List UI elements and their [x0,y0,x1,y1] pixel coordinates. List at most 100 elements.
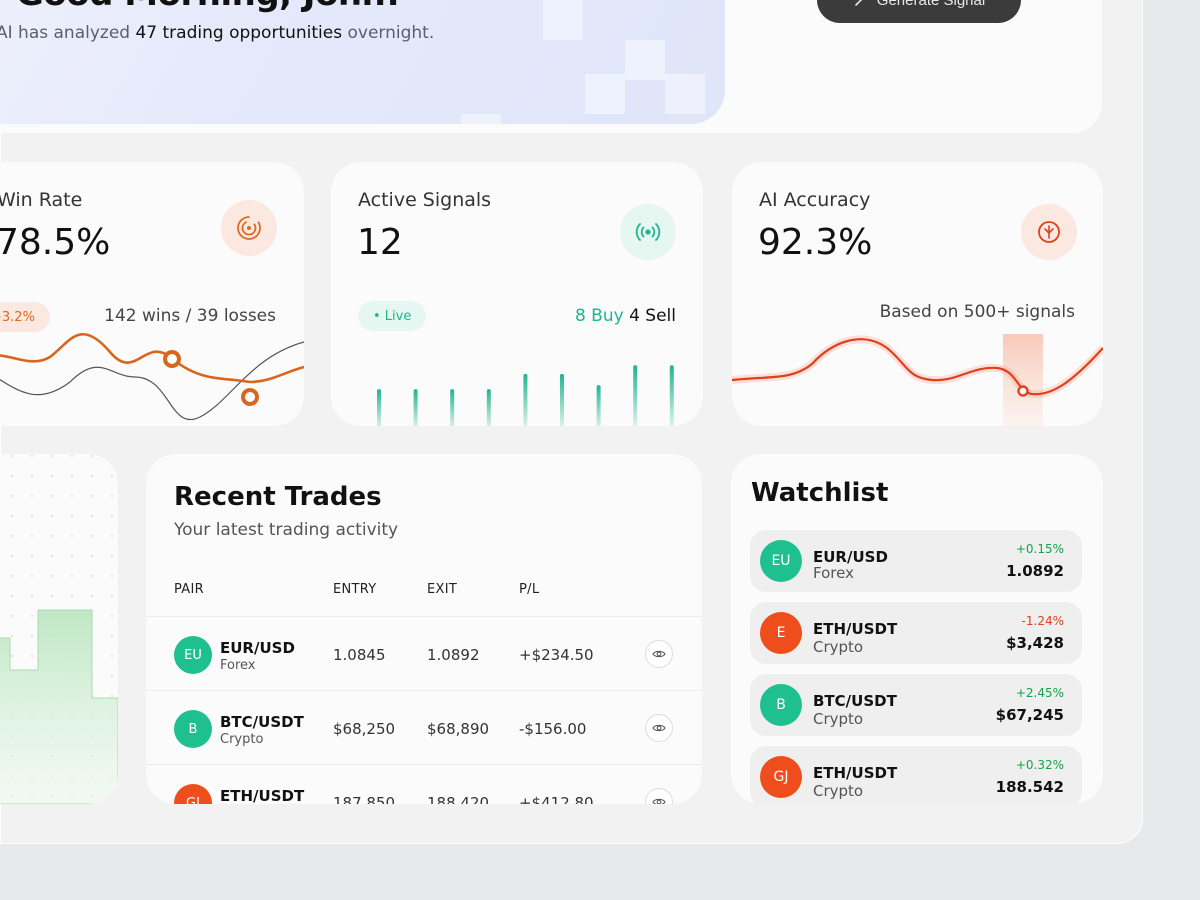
signal-bar-chart [377,365,674,426]
view-eye-icon[interactable] [645,788,673,804]
entry-price: 1.0845 [333,646,386,664]
greeting-title: Good Morning, John! [16,0,401,14]
view-eye-icon[interactable] [645,714,673,742]
highlight-band [1003,334,1043,426]
pair-name: ETH/USDT [813,764,898,782]
signal-bar [633,365,638,426]
hero-gradient-panel [0,0,725,124]
accuracy-note: Based on 500+ signals [879,302,1075,322]
current-price: 1.0892 [1006,562,1064,580]
chart-point [241,388,259,406]
chart-point [1017,385,1029,397]
win-rate-title: Win Rate [0,189,83,211]
recent-trades-title: Recent Trades [174,482,382,512]
pair-avatar: E [760,612,802,654]
pair-name: BTC/USDT [220,713,304,731]
pair-avatar: EU [174,636,212,674]
decor-square [585,74,625,114]
win-rate-value: 78.5% [0,222,111,263]
recent-trades-subtitle: Your latest trading activity [174,520,399,540]
active-signals-title: Active Signals [358,189,492,211]
decor-square [461,114,501,124]
watchlist-item[interactable]: B BTC/USDT Crypto +2.45% $67,245 [750,674,1082,736]
accuracy-line-glow [732,335,1103,399]
pair-type: Crypto [220,732,264,747]
greeting-subtitle: AI has analyzed 47 trading opportunities… [0,23,435,43]
signal-bar [486,389,491,426]
price-change: +2.45% [1015,686,1064,700]
signal-bar [523,373,528,426]
column-header-pl: P/L [519,582,540,597]
dashboard-app: Good Morning, John! AI has analyzed 47 t… [0,0,1143,844]
chart-point [163,350,181,368]
recent-trades-card: Recent Trades Your latest trading activi… [146,454,702,804]
signal-bar [560,373,564,426]
pair-name: EUR/USD [220,639,295,657]
decor-square [625,40,665,80]
accuracy-line [732,338,1103,396]
win-rate-line [0,333,304,384]
column-header-exit: EXIT [427,582,458,597]
profit-loss: +$234.50 [519,646,594,664]
generate-signal-label: Generate Signal [876,0,986,9]
entry-price: $68,250 [333,720,396,738]
pair-name: ETH/USDT [813,620,898,638]
watchlist-title: Watchlist [751,478,889,508]
portfolio-area-chart [0,454,118,804]
portfolio-chart-card [0,454,118,804]
watchlist-item[interactable]: GJ ETH/USDT Crypto +0.32% 188.542 [750,746,1082,804]
column-header-pair: PAIR [174,582,204,597]
watchlist-item[interactable]: E ETH/USDT Crypto -1.24% $3,428 [750,602,1082,664]
pair-type: Crypto [813,782,864,800]
broadcast-icon [620,204,676,260]
ai-accuracy-card: AI Accuracy 92.3% Based on 500+ signals [732,162,1103,426]
hero-card: Good Morning, John! AI has analyzed 47 t… [0,0,1102,133]
pair-type: Crypto [813,710,864,728]
magic-wand-icon [854,0,867,6]
price-change: +0.32% [1015,758,1064,772]
view-eye-icon[interactable] [645,640,673,668]
signal-bar [413,389,418,426]
signal-bar [596,385,601,426]
pair-avatar: B [760,684,802,726]
current-price: $3,428 [1006,634,1064,652]
exit-price: 1.0892 [427,646,480,664]
watchlist-card: Watchlist EU EUR/USD Forex +0.15% 1.0892… [731,454,1103,804]
pair-avatar: EU [760,540,802,582]
profit-loss: +$412.80 [519,794,594,804]
pair-avatar: B [174,710,212,748]
signal-bar [377,389,381,426]
pair-name: BTC/USDT [813,692,897,710]
pair-type: Crypto [813,638,864,656]
pair-type: Forex [220,658,256,673]
generate-signal-button[interactable]: Generate Signal [817,0,1021,23]
table-row[interactable]: GJ ETH/USDT Crypto 187.850 188.420 +$412… [146,764,702,804]
watchlist-item[interactable]: EU EUR/USD Forex +0.15% 1.0892 [750,530,1082,592]
active-signals-card: Active Signals 12 • Live 8 Buy 4 Sell [331,162,703,426]
ai-brain-icon [1021,204,1077,260]
exit-price: 188.420 [427,794,490,804]
win-rate-line-chart [0,333,304,420]
exit-price: $68,890 [427,720,490,738]
table-row[interactable]: EU EUR/USD Forex 1.0845 1.0892 +$234.50 [146,616,702,690]
decor-square [543,0,583,40]
current-price: 188.542 [995,778,1064,796]
ai-accuracy-title: AI Accuracy [759,189,871,211]
accuracy-line-chart [732,334,1103,426]
ai-accuracy-value: 92.3% [758,222,873,263]
price-change: +0.15% [1015,542,1064,556]
pair-avatar: GJ [174,784,212,804]
active-signals-value: 12 [357,222,403,263]
target-icon [221,200,277,256]
profit-loss: -$156.00 [519,720,587,738]
entry-price: 187.850 [333,794,396,804]
signal-bar [669,365,674,426]
pair-type: Forex [813,564,854,582]
table-row[interactable]: B BTC/USDT Crypto $68,250 $68,890 -$156.… [146,690,702,764]
signal-bar [450,389,455,426]
column-header-entry: ENTRY [333,582,377,597]
price-change: -1.24% [1021,614,1064,628]
pair-name: ETH/USDT [220,787,305,804]
pair-avatar: GJ [760,756,802,798]
decor-square [665,74,705,114]
